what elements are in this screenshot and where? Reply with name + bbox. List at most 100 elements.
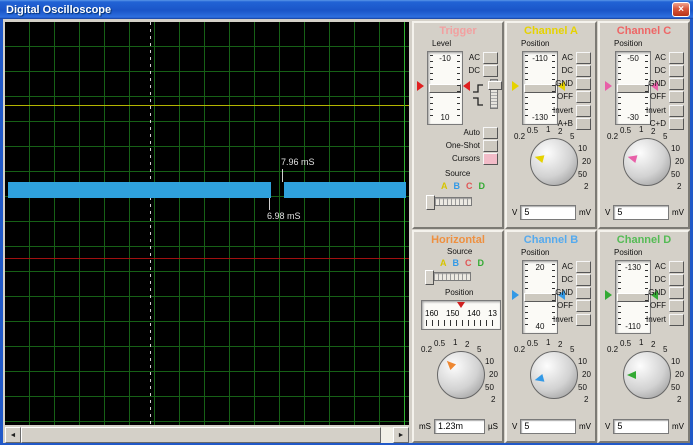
close-button[interactable]: × xyxy=(672,2,690,17)
channel-a-position-marker-left-icon[interactable] xyxy=(512,81,519,91)
unit-volts-label: V xyxy=(605,422,610,431)
channel-b-ac-button[interactable] xyxy=(576,261,591,273)
auto-button[interactable] xyxy=(483,127,498,139)
trigger-edge-switch-thumb[interactable] xyxy=(488,81,502,90)
timebase-knob[interactable] xyxy=(437,351,485,399)
knob-scale-label: 20 xyxy=(675,157,684,166)
channel-c-position-thumb[interactable] xyxy=(617,84,649,93)
horizontal-source-slider[interactable] xyxy=(425,272,471,281)
channel-a-gain-value[interactable]: 5 xyxy=(520,205,576,220)
channel-a-invert-button[interactable] xyxy=(576,105,591,117)
tick-label: -110 xyxy=(616,322,650,331)
cursor-line[interactable] xyxy=(150,22,151,425)
source-channel-d[interactable]: D xyxy=(478,258,485,268)
channel-c-ac-button[interactable] xyxy=(669,52,684,64)
channel-b-invert-button[interactable] xyxy=(576,314,591,326)
channel-c-off-button[interactable] xyxy=(669,91,684,103)
one-shot-button[interactable] xyxy=(483,140,498,152)
source-channel-a[interactable]: A xyxy=(441,181,448,191)
source-channel-b[interactable]: B xyxy=(454,181,461,191)
knob-scale-label: 0.5 xyxy=(620,339,631,348)
channel-c-gnd-button[interactable] xyxy=(669,78,684,90)
source-channel-c[interactable]: C xyxy=(465,258,472,268)
channel-c-dc-button[interactable] xyxy=(669,65,684,77)
channel-b-gain-value[interactable]: 5 xyxy=(520,419,576,434)
channel-d-off-button[interactable] xyxy=(669,300,684,312)
horizontal-position-gauge[interactable]: 160 150 140 13 xyxy=(421,300,501,330)
channel-a-dc-button[interactable] xyxy=(576,65,591,77)
channel-c-gain-dial: 0.2 0.5 1 2 5 10 20 50 2 xyxy=(600,125,688,209)
channel-b-position-thumb[interactable] xyxy=(524,293,556,302)
falling-edge-icon[interactable] xyxy=(472,93,484,102)
scroll-right-button[interactable]: ► xyxy=(393,427,409,443)
scroll-left-button[interactable]: ◄ xyxy=(5,427,21,443)
titlebar[interactable]: Digital Oscilloscope × xyxy=(0,0,693,19)
timebase-value[interactable]: 1.23m xyxy=(434,419,485,434)
channel-d-position-marker-left-icon[interactable] xyxy=(605,290,612,300)
trigger-source-thumb[interactable] xyxy=(426,195,435,210)
gnd-label: GND xyxy=(648,288,666,297)
channel-d-ac-button[interactable] xyxy=(669,261,684,273)
cursors-button[interactable] xyxy=(483,153,498,165)
channel-a-off-button[interactable] xyxy=(576,91,591,103)
trigger-dc-button[interactable] xyxy=(483,65,498,77)
channel-b-gain-knob[interactable] xyxy=(530,351,578,399)
trigger-level-slider[interactable]: -10 0 10 xyxy=(427,51,463,125)
horizontal-scrollbar[interactable]: ◄ ► xyxy=(5,427,409,443)
rising-edge-icon[interactable] xyxy=(472,80,484,89)
source-channel-b[interactable]: B xyxy=(453,258,460,268)
channel-a-gnd-button[interactable] xyxy=(576,78,591,90)
trigger-edge-switch[interactable] xyxy=(490,79,498,109)
oscilloscope-screen[interactable]: 7.96 mS 6.98 mS xyxy=(5,22,409,425)
knob-pointer-icon xyxy=(444,358,456,370)
source-channel-a[interactable]: A xyxy=(440,258,447,268)
channel-b-gnd-button[interactable] xyxy=(576,287,591,299)
horizontal-source-thumb[interactable] xyxy=(425,270,434,285)
channel-c-title: Channel C xyxy=(600,23,688,37)
level-label: Level xyxy=(432,39,451,48)
knob-scale-label: 10 xyxy=(578,357,587,366)
invert-label: Invert xyxy=(553,106,573,115)
channel-d-gain-value[interactable]: 5 xyxy=(613,419,669,434)
knob-scale-label: 0.2 xyxy=(514,345,525,354)
source-channel-d[interactable]: D xyxy=(479,181,486,191)
tick-label: -10 xyxy=(428,54,462,63)
trigger-ac-button[interactable] xyxy=(483,52,498,64)
off-label: OFF xyxy=(557,301,573,310)
trigger-level-thumb[interactable] xyxy=(429,84,461,93)
channel-d-invert-button[interactable] xyxy=(669,314,684,326)
channel-b-dc-button[interactable] xyxy=(576,274,591,286)
trigger-level-marker-left-icon[interactable] xyxy=(417,81,424,91)
channel-a-ac-button[interactable] xyxy=(576,52,591,64)
channel-a-position-thumb[interactable] xyxy=(524,84,556,93)
channel-a-gain-knob[interactable] xyxy=(530,138,578,186)
trigger-level-marker-right-icon[interactable] xyxy=(463,81,470,91)
dc-label: DC xyxy=(561,66,573,75)
channel-b-position-marker-left-icon[interactable] xyxy=(512,290,519,300)
channel-c-position-marker-left-icon[interactable] xyxy=(605,81,612,91)
channel-c-invert-button[interactable] xyxy=(669,105,684,117)
channel-d-position-thumb[interactable] xyxy=(617,293,649,302)
horizontal-source-letters: A B C D xyxy=(440,258,484,268)
channel-c-gain-knob[interactable] xyxy=(623,138,671,186)
knob-scale-label: 10 xyxy=(485,357,494,366)
channel-d-gain-knob[interactable] xyxy=(623,351,671,399)
scrollbar-thumb[interactable] xyxy=(21,427,381,443)
tick-label: 40 xyxy=(523,322,557,331)
cursor-tick xyxy=(282,169,283,182)
source-channel-c[interactable]: C xyxy=(466,181,473,191)
trigger-ac-row: AC xyxy=(469,52,498,63)
knob-scale-label: 50 xyxy=(671,383,680,392)
knob-scale-label: 2 xyxy=(677,182,681,191)
channel-c-gain-value[interactable]: 5 xyxy=(613,205,669,220)
knob-pointer-icon xyxy=(534,374,545,384)
tick-label: -30 xyxy=(616,113,650,122)
channel-b-off-button[interactable] xyxy=(576,300,591,312)
channel-d-dc-button[interactable] xyxy=(669,274,684,286)
trigger-source-slider[interactable] xyxy=(426,197,472,206)
knob-scale-label: 2 xyxy=(677,395,681,404)
position-label: Position xyxy=(445,288,473,297)
knob-scale-label: 0.2 xyxy=(607,132,618,141)
knob-scale-label: 20 xyxy=(582,157,591,166)
channel-d-gnd-button[interactable] xyxy=(669,287,684,299)
